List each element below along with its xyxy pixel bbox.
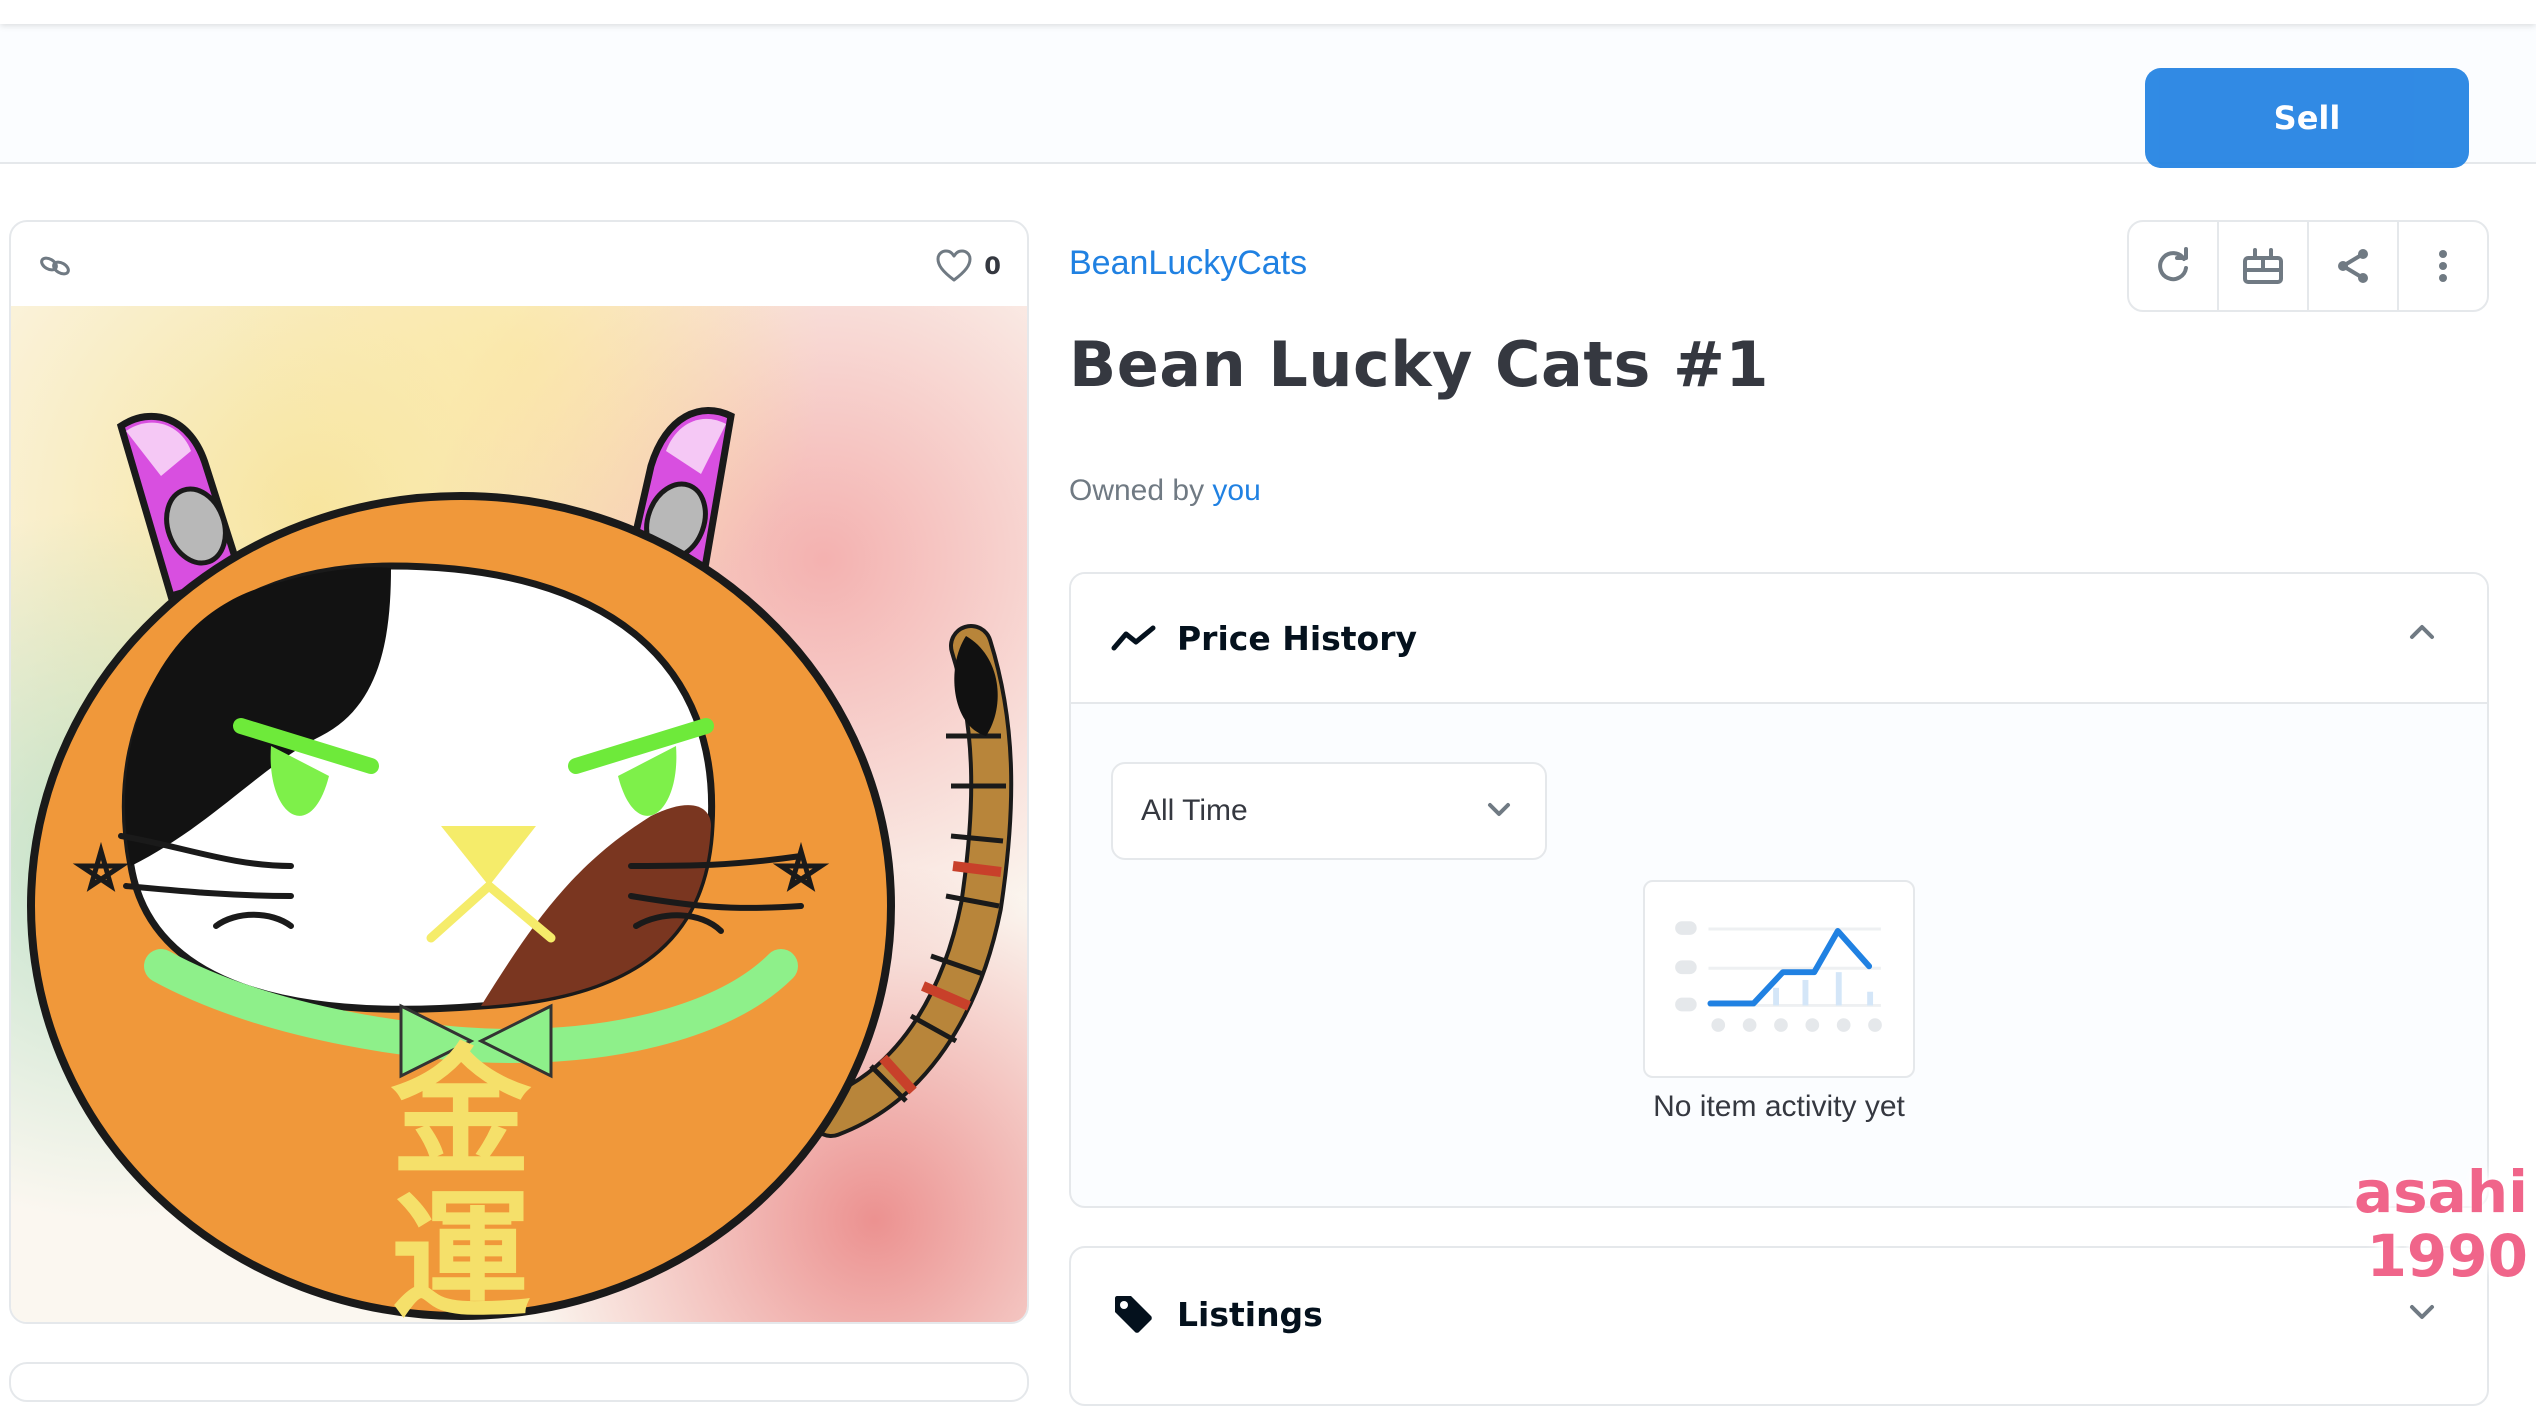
favorite-button[interactable]: 0 — [936, 246, 1001, 286]
listings-header: Listings — [1111, 1292, 1323, 1336]
art-kanji-2: 運 — [391, 1177, 531, 1322]
collection-link[interactable]: BeanLuckyCats — [1069, 244, 1307, 283]
more-icon — [2439, 250, 2447, 282]
time-range-select[interactable]: All Time — [1111, 762, 1547, 860]
favorite-count: 0 — [984, 252, 1001, 280]
top-strip — [0, 0, 2536, 24]
more-options-button[interactable] — [2399, 222, 2487, 310]
refresh-button[interactable] — [2129, 222, 2219, 310]
sell-button[interactable]: Sell — [2145, 68, 2469, 168]
listings-panel[interactable]: Listings — [1069, 1246, 2489, 1406]
item-action-bar: Sell — [0, 24, 2536, 168]
empty-activity-text: No item activity yet — [1653, 1090, 1905, 1123]
share-icon — [2338, 249, 2368, 283]
price-history-header[interactable]: Price History — [1071, 574, 2487, 704]
nft-artwork[interactable]: 金 運 — [11, 306, 1027, 1322]
owner-link[interactable]: you — [1212, 474, 1260, 507]
item-title: Bean Lucky Cats #1 — [1069, 328, 1770, 401]
chevron-up-icon — [2410, 625, 2434, 639]
watermark-line-2: 1990 — [2366, 1222, 2528, 1290]
price-history-panel: Price History All Time No item activity … — [1069, 572, 2489, 1208]
chevron-down-icon — [2410, 1305, 2434, 1319]
time-range-value: All Time — [1141, 794, 1248, 827]
watermark: asahi 1990 — [2308, 1160, 2528, 1288]
listings-title: Listings — [1177, 1294, 1323, 1334]
refresh-icon — [2158, 247, 2188, 282]
owner-line: Owned by you — [1069, 474, 1261, 508]
trending-icon — [1111, 625, 1156, 651]
item-toolbar — [2127, 220, 2489, 312]
share-button[interactable] — [2309, 222, 2399, 310]
chain-icon — [40, 256, 70, 276]
transfer-button[interactable] — [2219, 222, 2309, 310]
tag-icon — [1115, 1296, 1152, 1333]
next-card-edge — [9, 1362, 1029, 1402]
owned-by-label: Owned by — [1069, 474, 1205, 507]
watermark-line-1: asahi — [2354, 1158, 2528, 1226]
gift-icon — [2243, 248, 2283, 284]
item-image-card: 0 金 運 — [9, 220, 1029, 1324]
image-card-header: 0 — [11, 222, 1027, 306]
heart-icon — [936, 249, 972, 282]
art-kanji-1: 金 — [390, 1032, 532, 1195]
chevron-down-icon — [1488, 803, 1510, 816]
price-history-title: Price History — [1177, 618, 1418, 658]
empty-chart-illustration — [1643, 880, 1915, 1078]
